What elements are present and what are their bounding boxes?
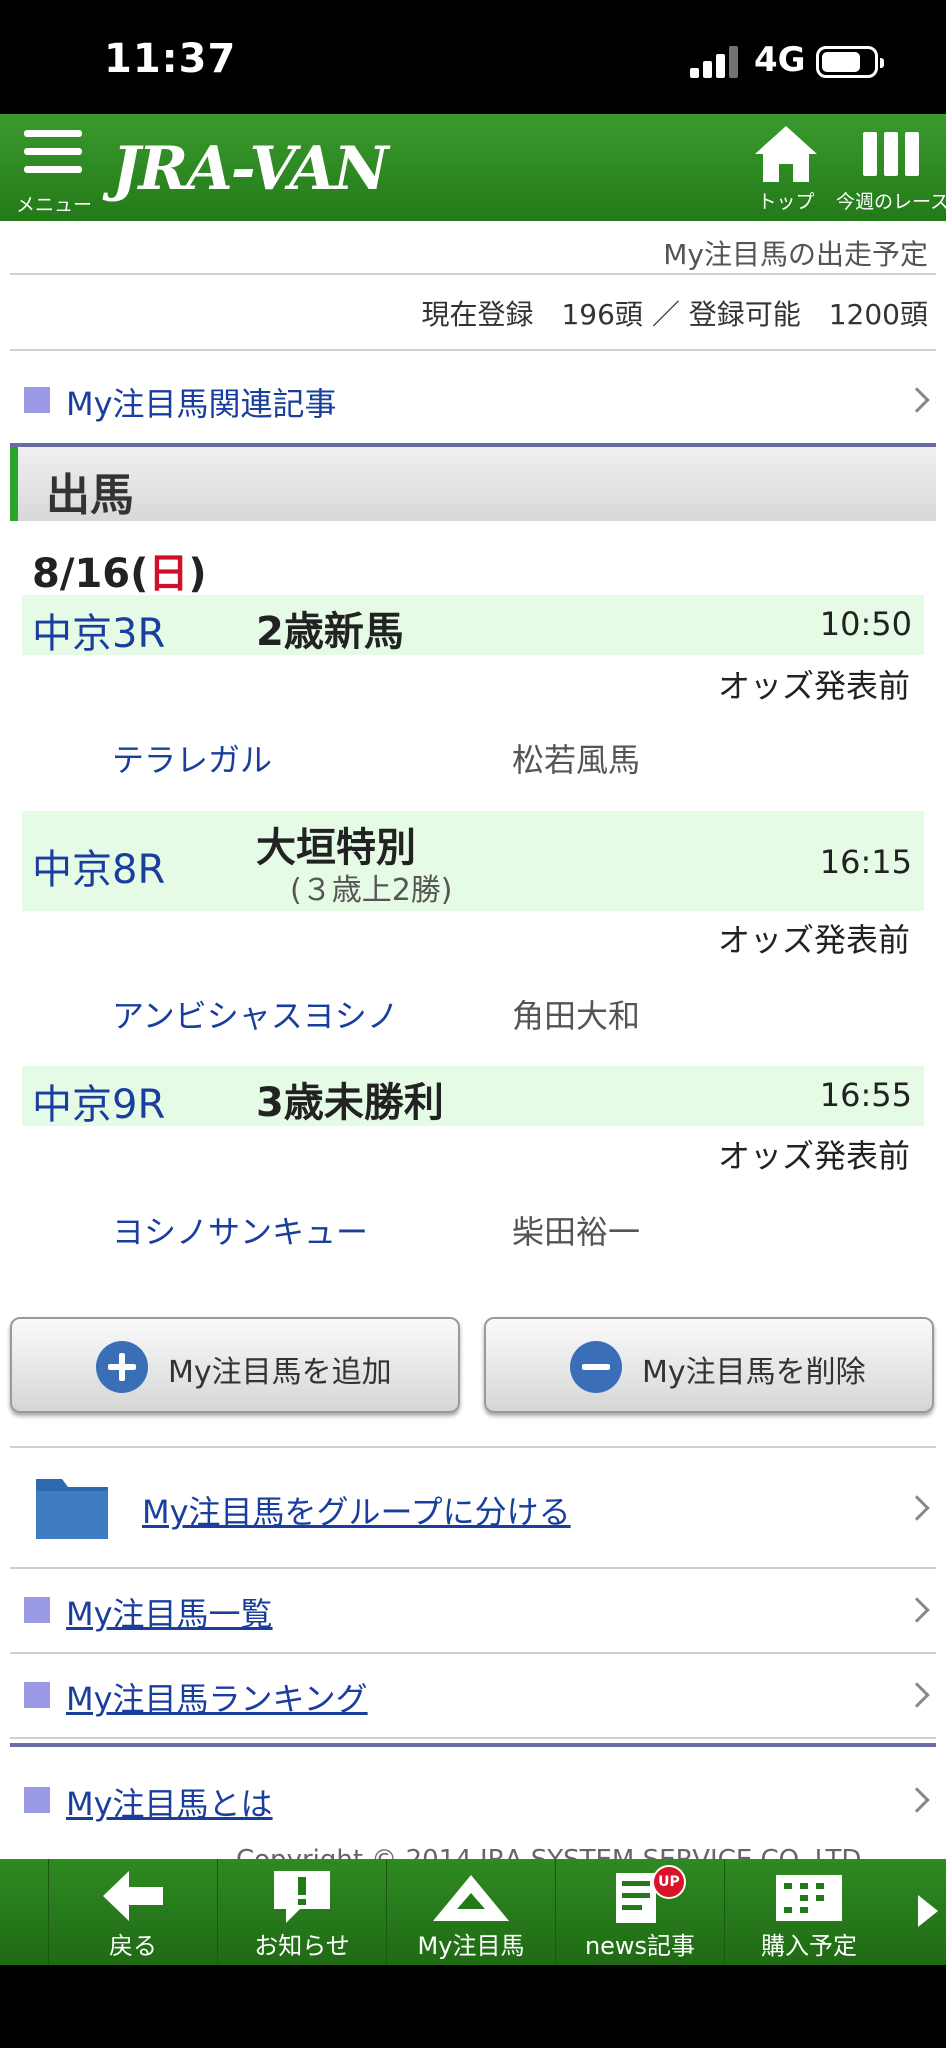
divider [10,1743,936,1747]
hamburger-icon [24,130,82,137]
bullet-square-icon [24,1787,50,1813]
ranking-link[interactable]: My注目馬ランキング [10,1654,936,1738]
jockey-name: 柴田裕一 [512,1213,641,1251]
chevron-right-icon [904,1597,930,1623]
menu-button[interactable]: メニュー [14,128,94,216]
horse-name[interactable]: テラレガル [112,735,272,781]
network-type: 4G [754,40,806,80]
race-header[interactable]: 中京8R 大垣特別 (３歳上2勝) 16:15 [22,811,924,911]
divider [10,1446,936,1448]
chevron-right-icon [904,1787,930,1813]
tab-notice[interactable]: お知らせ [217,1859,386,1965]
minus-circle-icon [570,1341,622,1393]
my-horse-list-link[interactable]: My注目馬一覧 [10,1569,936,1653]
date-weekday: 日 [148,551,189,597]
add-button-label: My注目馬を追加 [168,1355,392,1390]
bullet-square-icon [24,387,50,413]
hamburger-bar [24,148,82,155]
my-horse-list-label: My注目馬一覧 [66,1595,273,1633]
race-time: 10:50 [819,605,912,643]
tab-news[interactable]: UP news記事 [555,1859,724,1965]
race-time: 16:55 [819,1076,912,1114]
divider [10,1737,936,1739]
menu-label: メニュー [15,194,92,216]
horse-name[interactable]: アンビシャスヨシノ [112,991,399,1037]
divider [10,349,936,351]
related-articles-label: My注目馬関連記事 [66,385,337,423]
bullet-square-icon [24,1682,50,1708]
tab-notice-label: お知らせ [254,1932,350,1960]
bullet-square-icon [24,1597,50,1623]
tab-purchase-label: 購入予定 [761,1932,857,1960]
page-subtitle: My注目馬の出走予定 [663,238,928,271]
main-content: My注目馬の出走予定 現在登録 196頭 ／ 登録可能 1200頭 My注目馬関… [0,221,946,1859]
tab-scroll-right-icon[interactable] [918,1895,938,1927]
plus-circle-icon [96,1341,148,1393]
purchase-calendar-icon [776,1875,842,1921]
race-header[interactable]: 中京9R 3歳未勝利 16:55 [22,1066,924,1128]
tab-back-label: 戻る [109,1932,157,1960]
about-label: My注目馬とは [66,1785,273,1823]
signal-icon [690,46,738,78]
notice-icon [274,1871,330,1923]
status-time: 11:37 [104,36,237,82]
horse-name[interactable]: ヨシノサンキュー [112,1207,368,1253]
folder-icon [36,1479,108,1539]
divider [10,273,936,275]
tab-my-horse[interactable]: My注目馬 [386,1859,555,1965]
tab-my-horse-label: My注目馬 [417,1932,525,1960]
related-articles-link[interactable]: My注目馬関連記事 [10,359,936,443]
race-header[interactable]: 中京3R 2歳新馬 10:50 [22,595,924,657]
jockey-name: 松若風馬 [512,741,641,779]
race-number[interactable]: 中京8R [32,837,165,895]
battery-icon [816,46,884,78]
news-up-badge: UP [652,1865,686,1899]
remove-my-horse-button[interactable]: My注目馬を削除 [484,1317,934,1413]
weekly-label: 今週のレース [836,191,946,213]
bottom-tab-bar: 戻る お知らせ My注目馬 UP news記事 購入予定 [0,1859,946,1965]
section-title: 出馬 [46,470,134,521]
date-suffix: ) [188,551,207,597]
back-arrow-icon [103,1871,163,1921]
group-link[interactable]: My注目馬をグループに分ける [10,1449,936,1567]
chevron-right-icon [904,387,930,413]
chevron-right-icon [904,1682,930,1708]
race-date: 8/16(日) [32,541,207,599]
ranking-label: My注目馬ランキング [66,1680,368,1718]
jockey-name: 角田大和 [512,997,641,1035]
race-time: 16:15 [819,843,912,881]
hamburger-bar [24,166,82,173]
my-horse-icon [433,1875,509,1921]
tab-back[interactable]: 戻る [48,1859,217,1965]
registration-count: 現在登録 196頭 ／ 登録可能 1200頭 [421,298,928,331]
home-indicator-area [0,1965,946,2048]
add-my-horse-button[interactable]: My注目馬を追加 [10,1317,460,1413]
group-link-label: My注目馬をグループに分ける [142,1493,571,1531]
columns-icon [863,132,919,176]
top-button[interactable]: トップ [748,124,824,216]
tab-purchase[interactable]: 購入予定 [724,1859,893,1965]
date-prefix: 8/16( [32,551,149,597]
odds-status: オッズ発表前 [717,1137,910,1175]
remove-button-label: My注目馬を削除 [642,1355,866,1390]
chevron-right-icon [904,1495,930,1521]
app-header: メニュー JRA-VAN トップ 今週のレース [0,114,946,221]
race-name: 3歳未勝利 [256,1080,444,1126]
copyright: Copyright © 2014 JRA SYSTEM SERVICE CO.,… [236,1845,870,1859]
tab-news-label: news記事 [584,1932,696,1960]
about-link[interactable]: My注目馬とは [10,1753,936,1837]
status-bar: 11:37 4G [0,0,946,114]
section-header: 出馬 [10,447,936,521]
odds-status: オッズ発表前 [717,921,910,959]
weekly-races-button[interactable]: 今週のレース [836,124,946,216]
race-number[interactable]: 中京9R [32,1072,165,1130]
odds-status: オッズ発表前 [717,667,910,705]
race-name: 2歳新馬 [256,609,404,655]
race-number[interactable]: 中京3R [32,601,165,659]
jra-van-logo[interactable]: JRA-VAN [112,134,389,204]
top-label: トップ [757,191,815,213]
race-condition: (３歳上2勝) [290,873,453,908]
home-icon [755,126,817,182]
